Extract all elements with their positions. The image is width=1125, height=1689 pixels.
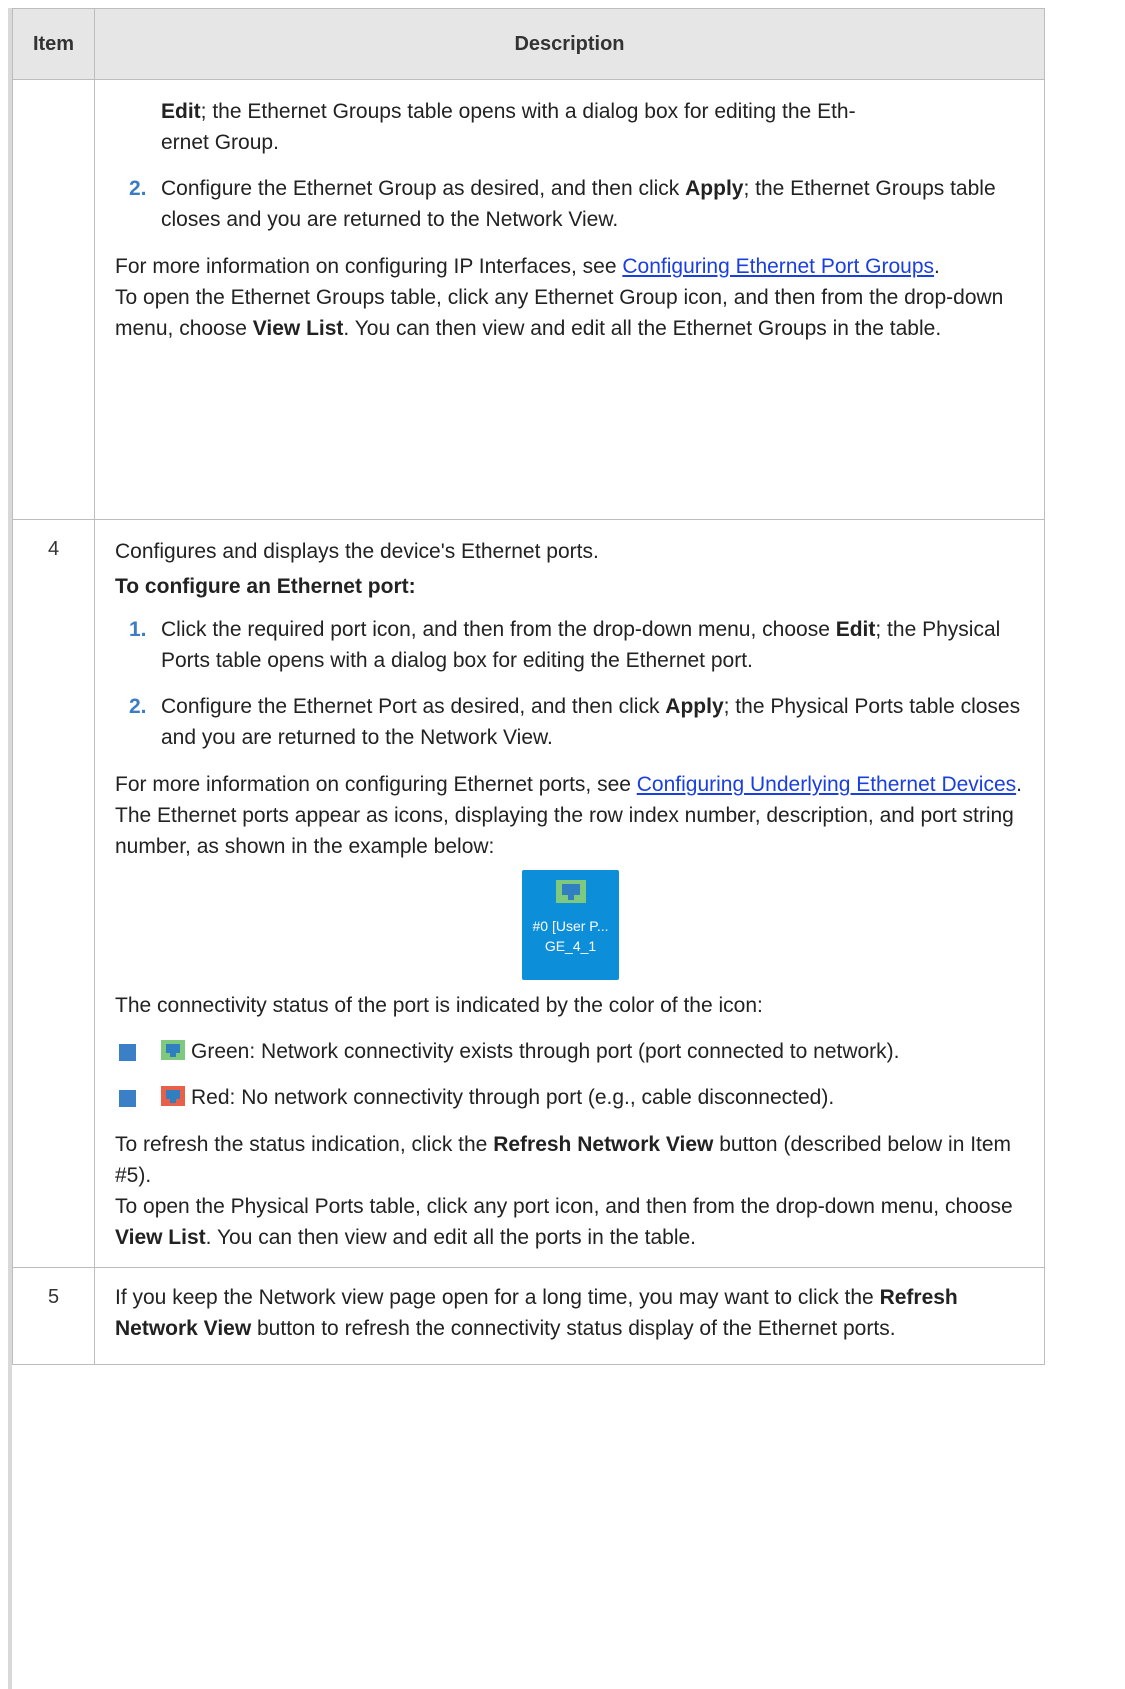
row-4-intro: Configures and displays the device's Eth…	[115, 540, 599, 563]
more-info-paragraph: For more information on configuring IP I…	[115, 255, 940, 278]
open-physical-ports-paragraph: To open the Physical Ports table, click …	[115, 1195, 1013, 1249]
table-row-3-continued: Edit; the Ethernet Groups table opens wi…	[12, 79, 1045, 520]
step-number: 2.	[129, 177, 147, 200]
status-intro: The connectivity status of the port is i…	[115, 994, 763, 1017]
icons-description: The Ethernet ports appear as icons, disp…	[115, 804, 1014, 858]
open-table-paragraph: To open the Ethernet Groups table, click…	[115, 286, 1004, 340]
item-number-4: 4	[12, 519, 95, 1268]
list-item-green: Green: Network connectivity exists throu…	[115, 1036, 1030, 1067]
item-number-5: 5	[12, 1267, 95, 1365]
link-configuring-ethernet-port-groups[interactable]: Configuring Ethernet Port Groups	[622, 255, 934, 278]
port-tile-label: #0 [User P...	[532, 918, 609, 934]
description-cell-3: Edit; the Ethernet Groups table opens wi…	[94, 79, 1045, 520]
ethernet-port-tile-example: #0 [User P... GE_4_1	[522, 870, 619, 980]
item-description-table: Item Description Edit; the Ethernet Grou…	[12, 8, 1045, 1365]
green-port-icon	[161, 1040, 185, 1060]
step-1-continued: Edit; the Ethernet Groups table opens wi…	[161, 100, 856, 154]
bullet-square-icon	[119, 1090, 136, 1107]
ethernet-port-icon	[555, 880, 586, 903]
port-tile-port-string: GE_4_1	[544, 938, 597, 954]
step-2: 2. Configure the Ethernet Port as desire…	[115, 691, 1030, 753]
refresh-paragraph: To refresh the status indication, click …	[115, 1133, 1012, 1187]
bullet-square-icon	[119, 1044, 136, 1061]
description-cell-4: Configures and displays the device's Eth…	[94, 519, 1045, 1268]
table-header-row: Item Description	[12, 8, 1045, 80]
step-number: 1.	[129, 618, 147, 641]
document-page: Item Description Edit; the Ethernet Grou…	[0, 0, 1125, 1689]
item-cell-empty	[12, 79, 95, 520]
row-4-howto-heading: To configure an Ethernet port:	[115, 575, 416, 598]
more-info-paragraph: For more information on configuring Ethe…	[115, 773, 1022, 796]
description-cell-5: If you keep the Network view page open f…	[94, 1267, 1045, 1365]
list-item-red: Red: No network connectivity through por…	[115, 1082, 1030, 1113]
header-description: Description	[94, 8, 1045, 80]
table-row-5: 5 If you keep the Network view page open…	[12, 1267, 1045, 1365]
step-2: 2. Configure the Ethernet Group as desir…	[115, 173, 1030, 235]
link-configuring-underlying-ethernet-devices[interactable]: Configuring Underlying Ethernet Devices	[637, 773, 1016, 796]
row-5-text: If you keep the Network view page open f…	[115, 1286, 958, 1340]
step-number: 2.	[129, 695, 147, 718]
table-row-4: 4 Configures and displays the device's E…	[12, 519, 1045, 1268]
red-port-icon	[161, 1086, 185, 1106]
header-item: Item	[12, 8, 95, 80]
step-1: 1. Click the required port icon, and the…	[115, 614, 1030, 676]
